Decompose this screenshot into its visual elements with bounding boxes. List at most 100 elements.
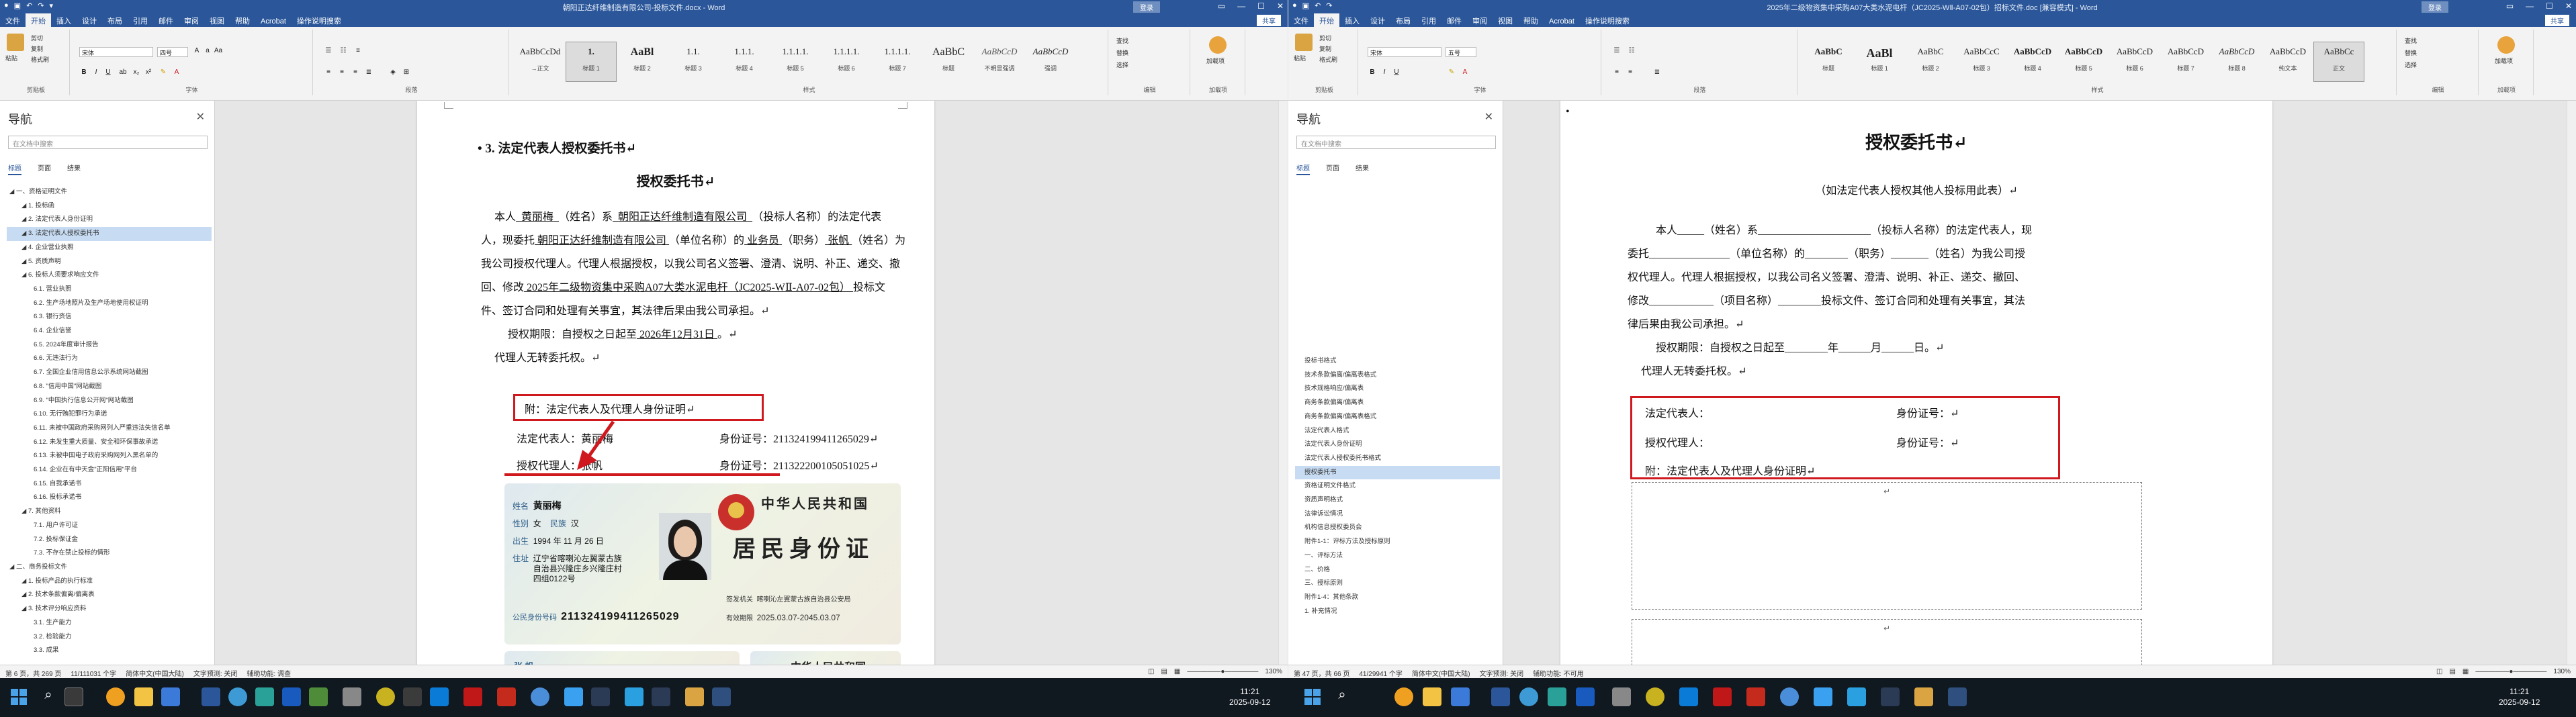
tab-insert[interactable]: 插入 (51, 13, 77, 28)
language[interactable]: 简体中文(中国大陆) (1412, 668, 1470, 678)
read-mode-icon[interactable]: ▤ (2449, 668, 2455, 675)
nav-item[interactable]: 6.14. 企业在有中天金"正阳信用"平台 (7, 463, 212, 477)
style-item[interactable]: 1.1.1.1. 标题 5 (770, 42, 821, 82)
minimize-icon[interactable]: — (2526, 1, 2534, 11)
highlight-icon[interactable]: ✎ (1447, 68, 1456, 78)
text-prediction[interactable]: 文字预测: 关闭 (193, 668, 238, 678)
photoshop-icon[interactable] (430, 687, 449, 706)
style-item[interactable]: AaBbCcD 纯文本 (2262, 42, 2313, 82)
app-icon[interactable] (1814, 687, 1832, 706)
nav-item[interactable]: 6.2. 生产场地照片及生产场地使用权证明 (7, 297, 212, 311)
nav-item[interactable]: 7.2. 投标保证金 (7, 533, 212, 547)
focus-icon[interactable]: ◫ (2436, 668, 2442, 675)
font-name-select[interactable]: 宋体 (79, 47, 153, 57)
align-center-icon[interactable]: ≡ (337, 68, 347, 78)
chrome-icon[interactable] (1394, 687, 1413, 706)
word-count[interactable]: 41/29941 个字 (1359, 668, 1403, 678)
shrink-font-icon[interactable]: a (203, 47, 212, 56)
app-icon[interactable] (652, 687, 670, 706)
ribbon-display-icon[interactable]: ▭ (2506, 1, 2514, 11)
nav-item[interactable]: 法律诉讼情况 (1295, 508, 1500, 522)
font-size-select[interactable]: 四号 (157, 47, 188, 57)
app-icon[interactable] (1881, 687, 1900, 706)
nav-item[interactable]: 7.1. 用户许可证 (7, 519, 212, 533)
maximize-icon[interactable]: ☐ (2546, 1, 2553, 11)
tab-insert[interactable]: 插入 (1339, 13, 1365, 28)
tell-me-search[interactable]: 操作说明搜索 (292, 13, 347, 28)
tab-help[interactable]: 帮助 (230, 13, 255, 28)
app-icon[interactable] (712, 687, 731, 706)
nav-search-input[interactable]: 在文档中搜索 (1296, 136, 1496, 149)
app-icon[interactable] (497, 687, 516, 706)
nav-item[interactable]: 法定代表人身份证明 (1295, 438, 1500, 452)
app-icon[interactable] (343, 687, 361, 706)
nav-tab-results[interactable]: 结果 (1356, 162, 1369, 175)
mail-icon[interactable] (161, 687, 180, 706)
read-mode-icon[interactable]: ▤ (1161, 668, 1167, 675)
nav-item[interactable]: 3.1. 生产能力 (7, 616, 212, 630)
tab-home[interactable]: 开始 (1314, 13, 1339, 28)
share-button[interactable]: 共享 (1257, 15, 1281, 26)
word-icon[interactable] (1491, 687, 1510, 706)
style-item[interactable]: AaBbC 标题 2 (1905, 42, 1956, 82)
style-item[interactable]: AaBbCcC 标题 3 (1956, 42, 2007, 82)
bold-icon[interactable]: B (79, 68, 89, 78)
tab-design[interactable]: 设计 (1365, 13, 1390, 28)
shading-icon[interactable]: ◈ (388, 68, 398, 78)
app-icon[interactable] (282, 687, 301, 706)
font-color-icon[interactable]: A (172, 68, 181, 78)
app-icon[interactable] (564, 687, 583, 706)
tab-references[interactable]: 引用 (128, 13, 153, 28)
style-item[interactable]: AaBbCcD 标题 4 (2007, 42, 2058, 82)
style-item[interactable]: AaBl 标题 1 (1854, 42, 1905, 82)
app-icon[interactable] (1548, 687, 1566, 706)
nav-item[interactable]: ◢ 1. 投标产品的执行标准 (7, 575, 212, 589)
focus-icon[interactable]: ◫ (1148, 668, 1154, 675)
tab-design[interactable]: 设计 (77, 13, 102, 28)
style-item[interactable]: AaBbC 标题 (923, 42, 974, 82)
app-icon[interactable] (1612, 687, 1631, 706)
app-icon[interactable] (531, 687, 549, 706)
nav-item[interactable]: 6.7. 全国企业信用信息公示系统网站截图 (7, 366, 212, 380)
nav-search-input[interactable]: 在文档中搜索 (8, 136, 208, 149)
tab-layout[interactable]: 布局 (1390, 13, 1416, 28)
nav-item[interactable]: 技术条款偏离/偏离表格式 (1295, 369, 1500, 383)
print-layout-icon[interactable]: ▦ (2462, 668, 2469, 675)
borders-icon[interactable]: ⊞ (402, 68, 411, 78)
underline-icon[interactable]: U (103, 68, 113, 78)
nav-item[interactable]: 6.16. 投标承诺书 (7, 491, 212, 505)
word-count[interactable]: 11/111031 个字 (71, 668, 116, 678)
find-button[interactable]: 查找 (1116, 36, 1128, 45)
tab-mailings[interactable]: 邮件 (1441, 13, 1467, 28)
nav-item[interactable]: 3.3. 成果 (7, 644, 212, 658)
style-item[interactable]: AaBbCcD 标题 5 (2058, 42, 2109, 82)
nav-item[interactable]: 资质声明格式 (1295, 493, 1500, 508)
nav-tab-pages[interactable]: 页面 (1326, 162, 1339, 175)
tab-review[interactable]: 审阅 (179, 13, 204, 28)
style-item[interactable]: AaBbCc 正文 (2313, 42, 2364, 82)
close-icon[interactable]: ✕ (1277, 1, 1284, 11)
bold-icon[interactable]: B (1368, 68, 1377, 78)
numbering-icon[interactable]: ☷ (339, 47, 348, 56)
change-case-icon[interactable]: Aa (214, 47, 223, 56)
nav-item[interactable]: ◢ 4. 企业营业执照 (7, 241, 212, 255)
addins-icon[interactable] (1209, 36, 1227, 54)
align-right-icon[interactable]: ≡ (351, 68, 360, 78)
app-icon[interactable] (1576, 687, 1595, 706)
superscript-icon[interactable]: x² (144, 68, 153, 78)
paste-icon[interactable] (7, 34, 24, 51)
page-count[interactable]: 第 6 页，共 269 页 (5, 668, 61, 678)
app-icon[interactable] (309, 687, 328, 706)
app-icon[interactable] (1847, 687, 1866, 706)
style-item[interactable]: 1.1. 标题 3 (668, 42, 719, 82)
app-icon[interactable] (1646, 687, 1664, 706)
app-icon[interactable] (1948, 687, 1967, 706)
nav-tab-results[interactable]: 结果 (67, 162, 81, 175)
nav-item[interactable]: 二、价格 (1295, 563, 1500, 577)
nav-item[interactable]: 法定代表人授权委托书格式 (1295, 452, 1500, 466)
tab-review[interactable]: 审阅 (1467, 13, 1493, 28)
nav-item[interactable]: 1. 补充情况 (1295, 605, 1500, 619)
signin-button[interactable]: 登录 (2422, 1, 2448, 13)
justify-icon[interactable]: ≣ (1652, 68, 1662, 78)
vertical-scrollbar[interactable] (2567, 101, 2576, 665)
